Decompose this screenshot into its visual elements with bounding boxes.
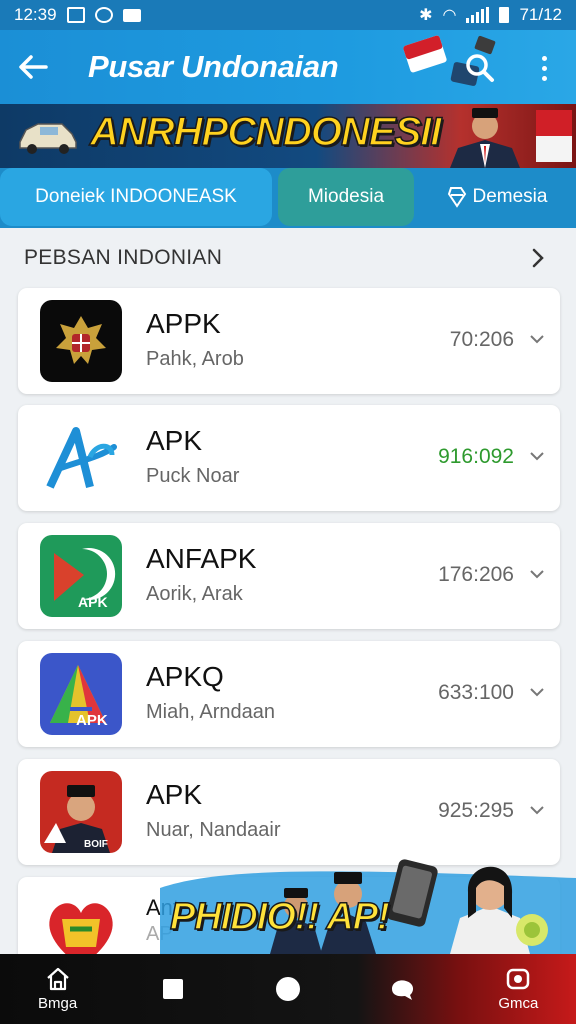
chevron-down-icon [530, 570, 544, 579]
app-subtitle: Nuar, Nandaair [146, 819, 281, 841]
chevron-down-icon [530, 806, 544, 815]
app-value: 176:206 [438, 563, 514, 586]
nav-home[interactable]: Bmga [18, 957, 98, 1021]
tab-label: Doneiek INDOONEASK [35, 186, 237, 207]
tab-label: Demesia [472, 186, 548, 207]
nav-circle[interactable] [248, 957, 328, 1021]
chevron-down-icon [530, 452, 544, 461]
app-bar: Pusar Undonaian [0, 30, 576, 104]
tab-bar: Doneiek INDOONEASK Miodesia Demesia [0, 168, 576, 228]
briefcase-notification-icon [122, 8, 141, 22]
search-button[interactable] [458, 46, 502, 90]
rainbow-apk-icon: APK [40, 653, 122, 735]
car-icon [19, 123, 77, 154]
battery-icon [499, 7, 510, 23]
portrait-apk-icon: BOIF [40, 771, 122, 853]
list-item[interactable]: APK APKQ Miah, Arndaan 633:100 [18, 641, 560, 747]
status-left: 12:39 [14, 5, 141, 25]
nav-square[interactable] [133, 957, 213, 1021]
app-subtitle: Aorik, Arak [146, 583, 243, 605]
app-subtitle: Pahk, Arob [146, 348, 244, 370]
app-name: ANFAPK [146, 543, 257, 574]
list-item[interactable]: APK Puck Noar 916:092 [18, 405, 560, 511]
battery-level: 71/12 [519, 5, 562, 24]
tab-label: Miodesia [307, 186, 385, 207]
more-options-button[interactable] [522, 46, 566, 90]
nav-chat[interactable] [363, 957, 443, 1021]
app-value: 916:092 [438, 445, 514, 468]
app-value: 70:206 [449, 328, 514, 351]
app-name: APPK [146, 308, 221, 339]
chevron-down-icon [530, 335, 544, 344]
section-title: PEBSAN INDONIAN [24, 246, 223, 269]
dot-icon [541, 55, 547, 61]
list-item[interactable]: APK ANFAPK Aorik, Arak 176:206 [18, 523, 560, 629]
flag-icon [536, 110, 572, 162]
chat-icon [392, 980, 414, 1000]
app-name: APK [146, 779, 203, 810]
garuda-emblem-icon [40, 300, 122, 382]
app-value: 925:295 [438, 799, 514, 822]
promo-banner[interactable]: ANRHPCNDONESII [0, 104, 576, 168]
tab-indoneask[interactable]: Doneiek INDOONEASK [0, 168, 272, 226]
search-icon [466, 54, 494, 82]
dot-icon [541, 65, 547, 71]
app-name: APKQ [146, 661, 224, 692]
app-name: APK [146, 425, 203, 456]
person-portrait-icon [450, 108, 520, 168]
blue-a-logo-icon [40, 417, 122, 499]
svg-text:BOIF: BOIF [84, 839, 108, 850]
b-notification-icon [94, 7, 113, 23]
wifi-icon: ◠ [442, 7, 457, 24]
tag-icon [447, 187, 466, 208]
svg-text:APK: APK [78, 594, 108, 610]
promo-text[interactable]: PHIDIO!! AP! [169, 895, 390, 939]
app-subtitle: Puck Noar [146, 465, 240, 487]
app-title: Pusar Undonaian [88, 49, 339, 84]
chevron-right-icon [532, 248, 544, 268]
status-time: 12:39 [14, 5, 57, 24]
arrow-left-icon [19, 55, 48, 79]
image-notification-icon [66, 7, 85, 23]
signal-icon [466, 7, 490, 23]
green-apk-icon: APK [40, 535, 122, 617]
status-bar: 12:39 ✱ ◠ 71/12 [0, 0, 576, 30]
circle-icon [275, 977, 300, 1001]
tab-miodesia[interactable]: Miodesia [278, 168, 414, 226]
section-header: PEBSAN INDONIAN [0, 228, 576, 288]
bottom-nav: Bmga Gmca [0, 954, 576, 1024]
back-button[interactable] [0, 30, 66, 104]
section-see-all-button[interactable] [524, 244, 552, 272]
app-value: 633:100 [438, 681, 514, 704]
camera-icon [507, 968, 530, 989]
list-item[interactable]: APPK Pahk, Arob 70:206 [18, 288, 560, 394]
bluetooth-icon: ✱ [419, 7, 433, 24]
nav-camera[interactable]: Gmca [478, 957, 558, 1021]
square-icon [162, 979, 183, 999]
tab-demesia[interactable]: Demesia [418, 168, 576, 226]
app-subtitle: Miah, Arndaan [146, 701, 275, 723]
dot-icon [541, 75, 547, 81]
nav-label: Bmga [38, 994, 78, 1012]
nav-label: Gmca [498, 994, 539, 1012]
banner-headline: ANRHPCNDONESII [89, 109, 442, 155]
home-icon [46, 967, 69, 990]
status-right: ✱ ◠ 71/12 [419, 5, 562, 25]
chevron-down-icon [530, 688, 544, 697]
svg-text:APK: APK [76, 712, 108, 729]
